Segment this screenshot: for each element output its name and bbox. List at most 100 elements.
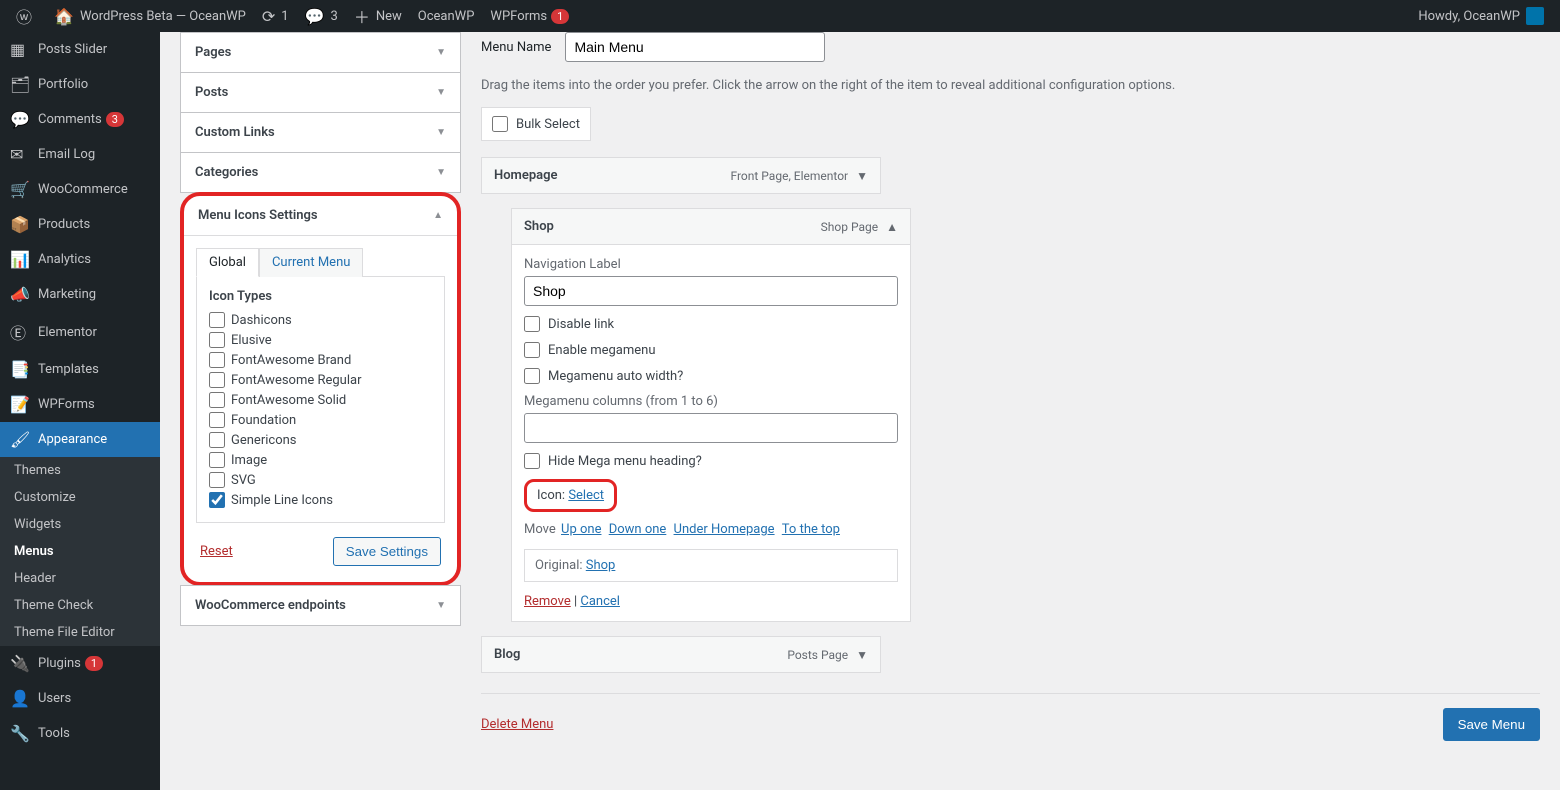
sidebar-item-elementor[interactable]: ⒺElementor (0, 312, 160, 352)
panel-categories: Categories▼ (180, 152, 461, 193)
move-down-link[interactable]: Down one (609, 522, 667, 537)
menu-item-homepage: Homepage Front Page, Elementor▼ (481, 157, 881, 194)
move-under-link[interactable]: Under Homepage (674, 522, 775, 537)
move-top-link[interactable]: To the top (782, 522, 840, 537)
mega-cols-label: Megamenu columns (from 1 to 6) (524, 394, 898, 409)
tab-global[interactable]: Global (196, 248, 259, 277)
site-title: WordPress Beta — OceanWP (80, 9, 246, 24)
menu-icons-settings-head[interactable]: Menu Icons Settings ▲ (184, 196, 457, 235)
wpforms-link[interactable]: WPForms1 (482, 0, 577, 32)
menu-name-input[interactable] (565, 32, 825, 62)
sidebar-item-email-log[interactable]: ✉Email Log (0, 137, 160, 172)
panel-head[interactable]: Categories▼ (181, 153, 460, 192)
sidebar-item-templates[interactable]: 📑Templates (0, 352, 160, 387)
icon-type-checkbox[interactable] (209, 392, 225, 408)
cancel-link[interactable]: Cancel (580, 594, 620, 609)
mega-cols-input[interactable] (524, 413, 898, 443)
panel-custom-links: Custom Links▼ (180, 112, 461, 153)
updates[interactable]: ⟳1 (254, 0, 297, 32)
menu-icon: ▦ (10, 40, 30, 59)
submenu-item-widgets[interactable]: Widgets (0, 511, 160, 538)
wp-logo[interactable]: ⓦ (8, 0, 46, 32)
icon-type-checkbox[interactable] (209, 312, 225, 328)
menu-item-shop-head[interactable]: Shop Shop Page▲ (512, 209, 910, 244)
menu-item-blog-head[interactable]: Blog Posts Page▼ (482, 637, 880, 672)
caret-down-icon: ▼ (436, 47, 446, 58)
menu-icon: 📑 (10, 360, 30, 379)
sidebar-item-appearance[interactable]: 🖌Appearance (0, 422, 160, 457)
menu-icon: 🛒 (10, 180, 30, 199)
delete-menu-link[interactable]: Delete Menu (481, 717, 553, 732)
sidebar-item-posts-slider[interactable]: ▦Posts Slider (0, 32, 160, 67)
count-badge: 1 (85, 656, 103, 671)
caret-down-icon: ▼ (436, 600, 446, 611)
bulk-select-checkbox[interactable] (492, 116, 508, 132)
megamenu-autowidth-checkbox[interactable] (524, 368, 540, 384)
icon-type-checkbox[interactable] (209, 372, 225, 388)
icon-type-checkbox[interactable] (209, 412, 225, 428)
icon-types-title: Icon Types (209, 289, 432, 304)
panel-head[interactable]: Custom Links▼ (181, 113, 460, 152)
enable-megamenu-checkbox[interactable] (524, 342, 540, 358)
sidebar-item-analytics[interactable]: 📊Analytics (0, 242, 160, 277)
icon-type-row: SVG (209, 470, 432, 490)
caret-up-icon: ▲ (433, 210, 443, 221)
oceanwp-link[interactable]: OceanWP (410, 0, 483, 32)
remove-link[interactable]: Remove (524, 594, 571, 609)
icon-select-link[interactable]: Select (568, 488, 604, 503)
submenu-item-theme-check[interactable]: Theme Check (0, 592, 160, 619)
menu-icon: 🔌 (10, 654, 30, 673)
sidebar-item-portfolio[interactable]: 🗂Portfolio (0, 67, 160, 102)
icon-select-row: Icon: Select (524, 479, 617, 512)
original-link[interactable]: Shop (586, 558, 616, 573)
reset-link[interactable]: Reset (200, 544, 233, 559)
menu-item-homepage-head[interactable]: Homepage Front Page, Elementor▼ (482, 158, 880, 193)
menu-icon: 🖌 (10, 430, 30, 449)
sidebar-item-plugins[interactable]: 🔌Plugins1 (0, 646, 160, 681)
icon-type-checkbox[interactable] (209, 452, 225, 468)
sidebar-item-woocommerce[interactable]: 🛒WooCommerce (0, 172, 160, 207)
submenu-item-themes[interactable]: Themes (0, 457, 160, 484)
hide-heading-checkbox[interactable] (524, 453, 540, 469)
save-menu-button[interactable]: Save Menu (1443, 708, 1540, 741)
submenu-item-menus[interactable]: Menus (0, 538, 160, 565)
submenu-item-customize[interactable]: Customize (0, 484, 160, 511)
howdy-user[interactable]: Howdy, OceanWP (1410, 0, 1552, 32)
icon-type-checkbox[interactable] (209, 352, 225, 368)
menu-icon: 👤 (10, 689, 30, 708)
sidebar-item-tools[interactable]: 🔧Tools (0, 716, 160, 751)
disable-link-checkbox[interactable] (524, 316, 540, 332)
caret-up-icon: ▲ (886, 220, 898, 234)
site-link[interactable]: 🏠WordPress Beta — OceanWP (46, 0, 254, 32)
tab-current-menu[interactable]: Current Menu (259, 248, 363, 277)
menu-icon: 📦 (10, 215, 30, 234)
sidebar-item-products[interactable]: 📦Products (0, 207, 160, 242)
menu-icon: 🔧 (10, 724, 30, 743)
sidebar-item-wpforms[interactable]: 📝WPForms (0, 387, 160, 422)
menu-icon: 📊 (10, 250, 30, 269)
save-settings-button[interactable]: Save Settings (333, 537, 441, 566)
icon-type-checkbox[interactable] (209, 332, 225, 348)
submenu-item-theme-file-editor[interactable]: Theme File Editor (0, 619, 160, 646)
panel-head[interactable]: Posts▼ (181, 73, 460, 112)
bulk-select[interactable]: Bulk Select (481, 107, 591, 141)
icon-type-row: FontAwesome Regular (209, 370, 432, 390)
sidebar-item-users[interactable]: 👤Users (0, 681, 160, 716)
comments-bubble[interactable]: 💬3 (297, 0, 346, 32)
woocommerce-endpoints-head[interactable]: WooCommerce endpoints ▼ (181, 586, 460, 625)
move-up-link[interactable]: Up one (561, 522, 601, 537)
icon-type-checkbox[interactable] (209, 472, 225, 488)
menu-icon: 🗂 (10, 75, 30, 94)
caret-down-icon: ▼ (436, 87, 446, 98)
sidebar-item-comments[interactable]: 💬Comments3 (0, 102, 160, 137)
nav-label-input[interactable] (524, 276, 898, 306)
icon-type-checkbox[interactable] (209, 492, 225, 508)
panel-head[interactable]: Pages▼ (181, 33, 460, 72)
menu-icon: 📣 (10, 285, 30, 304)
woocommerce-endpoints-panel: WooCommerce endpoints ▼ (180, 585, 461, 626)
new-content[interactable]: ＋New (346, 0, 410, 32)
sidebar-item-marketing[interactable]: 📣Marketing (0, 277, 160, 312)
menu-icon: 💬 (10, 110, 30, 129)
icon-type-checkbox[interactable] (209, 432, 225, 448)
submenu-item-header[interactable]: Header (0, 565, 160, 592)
